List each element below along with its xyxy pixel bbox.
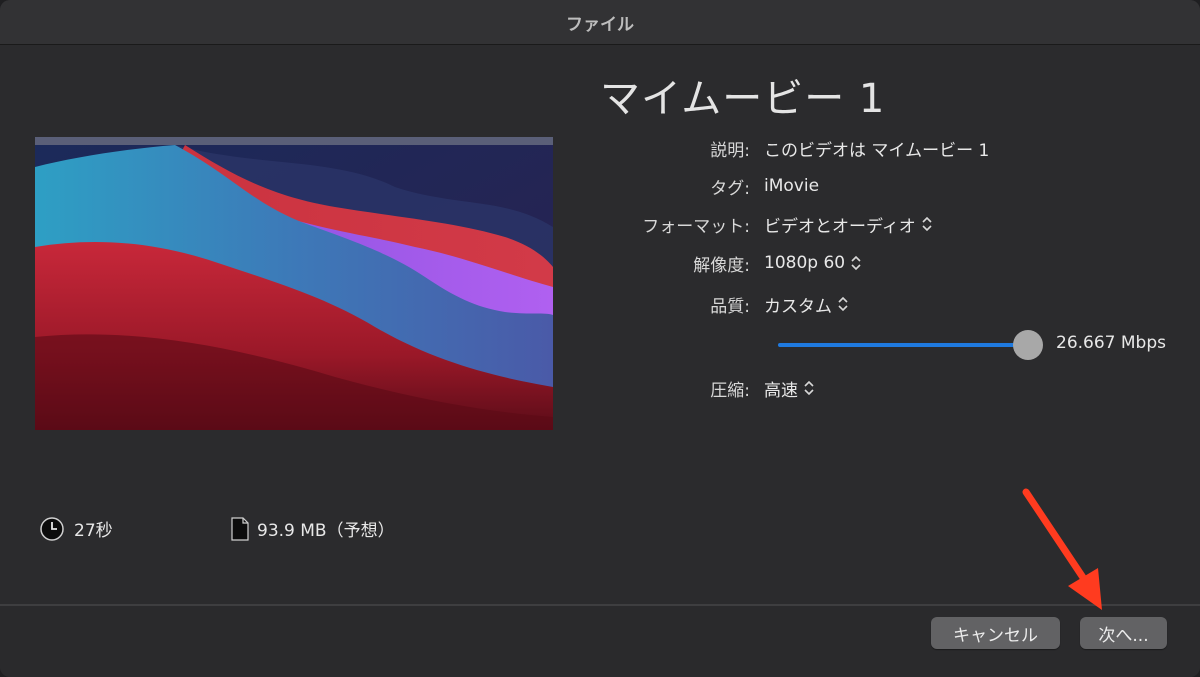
quality-label: 品質: (710, 296, 750, 317)
up-down-chevron-icon (838, 296, 848, 312)
resolution-row: 解像度: 1080p 60 (560, 249, 861, 277)
resolution-popup[interactable]: 1080p 60 (764, 253, 861, 273)
movie-title: マイムービー 1 (600, 76, 886, 122)
annotation-arrow-icon (1022, 488, 1102, 610)
resolution-label: 解像度: (693, 255, 750, 276)
format-value: ビデオとオーディオ (764, 216, 916, 237)
title-bar: ファイル (0, 0, 1200, 45)
up-down-chevron-icon (804, 380, 814, 396)
duration-stat: 27秒 (40, 516, 113, 541)
format-label: フォーマット: (642, 216, 750, 237)
share-file-dialog: ファイル マイムービー 1 説明: このビデオは マイムービー 1 タグ: iM… (0, 0, 1200, 677)
tags-value: iMovie (764, 176, 820, 196)
document-icon (231, 516, 249, 541)
compression-label: 圧縮: (710, 380, 750, 401)
format-popup[interactable]: ビデオとオーディオ (764, 212, 932, 237)
slider-knob[interactable] (1013, 330, 1043, 360)
duration-value: 27秒 (74, 521, 113, 541)
description-label: 説明: (710, 140, 750, 161)
tags-field[interactable]: iMovie (764, 176, 819, 196)
quality-popup[interactable]: カスタム (764, 292, 848, 317)
up-down-chevron-icon (851, 255, 861, 271)
compression-row: 圧縮: 高速 (560, 374, 814, 402)
video-preview-thumbnail (35, 137, 553, 430)
size-value: 93.9 MB（予想） (257, 521, 395, 541)
description-value: このビデオは マイムービー 1 (764, 140, 990, 161)
bitrate-value: 26.667 Mbps (1056, 333, 1166, 353)
format-row: フォーマット: ビデオとオーディオ (560, 210, 932, 238)
size-stat: 93.9 MB（予想） (231, 516, 395, 541)
up-down-chevron-icon (922, 216, 932, 232)
slider-track (778, 343, 1028, 347)
quality-value: カスタム (764, 296, 832, 317)
description-row: 説明: このビデオは マイムービー 1 (560, 134, 989, 162)
next-button[interactable]: 次へ... (1080, 617, 1167, 649)
clock-icon (40, 516, 64, 541)
bitrate-slider[interactable] (778, 330, 1043, 360)
resolution-value: 1080p 60 (764, 253, 846, 273)
tags-row: タグ: iMovie (560, 172, 819, 200)
description-field[interactable]: このビデオは マイムービー 1 (764, 136, 989, 161)
tags-label: タグ: (710, 178, 750, 199)
compression-popup[interactable]: 高速 (764, 376, 814, 401)
window-title: ファイル (566, 14, 634, 35)
compression-value: 高速 (764, 380, 798, 401)
quality-row: 品質: カスタム (560, 290, 848, 318)
cancel-button[interactable]: キャンセル (931, 617, 1060, 649)
